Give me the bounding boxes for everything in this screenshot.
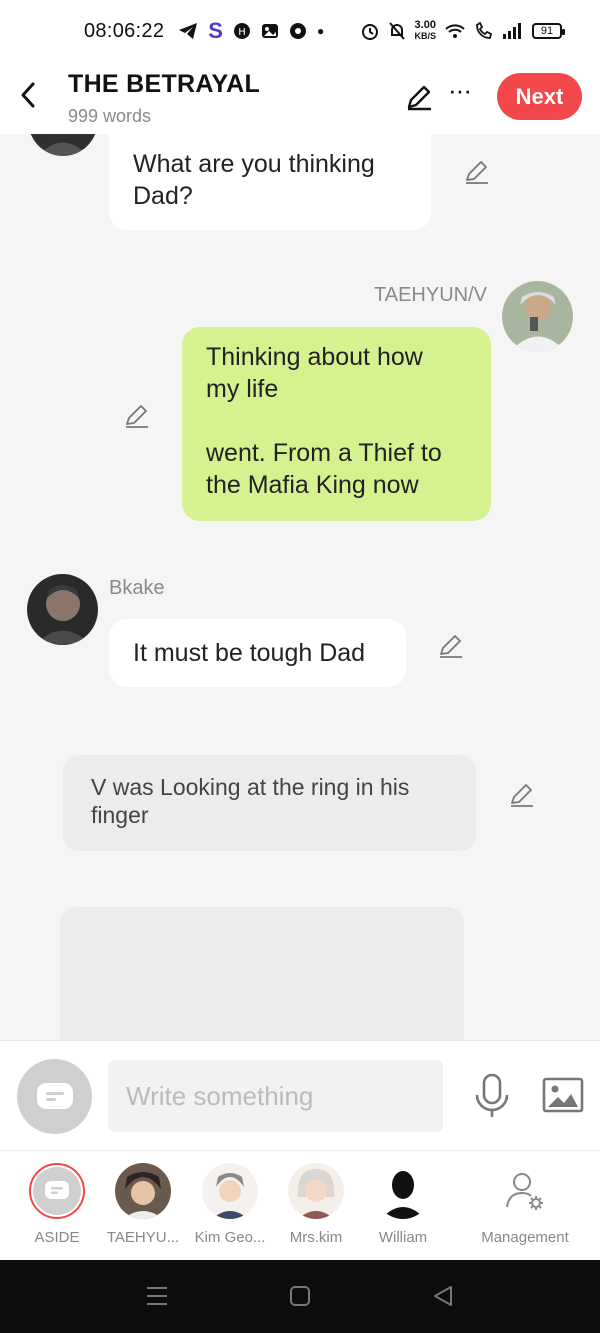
status-bar: 08:06:22 S H ● 3.00 KB/S 91: [0, 0, 600, 62]
message-bubble[interactable]: Thinking about how my life went. From a …: [182, 327, 491, 521]
status-time: 08:06:22: [84, 19, 165, 42]
svg-text:H: H: [238, 27, 246, 38]
aside-text-line: finger: [91, 802, 149, 828]
message-text-line: What are you thinking: [133, 150, 375, 178]
management-avatar: [497, 1163, 553, 1219]
alarm-icon: [362, 24, 379, 40]
character-name: Mrs.kim: [289, 1229, 343, 1246]
avatar-taehyun[interactable]: [502, 281, 573, 352]
more-options-button[interactable]: ···: [448, 77, 472, 103]
aside-chat-icon: [45, 1181, 69, 1199]
status-system-icons: 3.00 KB/S 91: [360, 20, 565, 42]
pencil-icon: [511, 784, 533, 807]
home-button[interactable]: [288, 1284, 314, 1310]
message-input-placeholder: Write something: [126, 1080, 314, 1111]
avatar-bkake[interactable]: [27, 574, 98, 645]
pencil-icon: [126, 405, 148, 428]
aside-bubble[interactable]: V was Looking at the ring in his finger: [63, 755, 476, 851]
message-text-line: It must be tough Dad: [133, 639, 366, 667]
wifi-icon: [445, 24, 465, 38]
gallery-app-icon: [261, 24, 278, 38]
chevron-left-icon: [21, 82, 35, 108]
triangle-back-icon: [434, 1286, 452, 1306]
battery-icon: 91: [532, 23, 565, 39]
menu-icon: [147, 1287, 167, 1305]
avatar-bkake[interactable]: [28, 134, 98, 156]
back-button[interactable]: [14, 80, 42, 110]
signal-icon: [503, 23, 521, 39]
character-name: Kim Geo...: [194, 1229, 266, 1246]
message-text-line: my life: [206, 375, 279, 403]
back-nav-button[interactable]: [431, 1284, 457, 1310]
character-taehyun[interactable]: TAEHYU...: [98, 1163, 188, 1246]
aside-chat-icon: [36, 1082, 73, 1109]
chrome-icon: [289, 23, 306, 39]
edit-message-button[interactable]: [463, 158, 491, 186]
character-avatar: [202, 1163, 258, 1219]
aside-toggle-button[interactable]: [17, 1059, 92, 1134]
chat-area[interactable]: What are you thinking Dad? TAEHYUN/V Thi…: [0, 134, 600, 1040]
pencil-icon: [466, 161, 488, 184]
character-mrs-kim[interactable]: Mrs.kim: [271, 1163, 361, 1246]
edit-message-button[interactable]: [508, 781, 536, 809]
square-icon: [290, 1286, 310, 1306]
character-william[interactable]: William: [358, 1163, 448, 1246]
character-name: ASIDE: [34, 1229, 80, 1246]
story-title: THE BETRAYAL: [68, 70, 261, 98]
message-text-line: went. From a Thief to: [206, 439, 442, 467]
pencil-icon: [440, 635, 462, 658]
net-speed-value: 3.00: [414, 19, 436, 31]
message-bubble[interactable]: It must be tough Dad: [109, 619, 406, 687]
image-icon: [542, 1077, 584, 1113]
character-avatar: [375, 1163, 431, 1219]
hw-app-icon: H: [233, 23, 250, 39]
s-app-icon: S: [208, 18, 223, 43]
character-kim-geo[interactable]: Kim Geo...: [185, 1163, 275, 1246]
edit-message-button[interactable]: [123, 402, 151, 430]
insert-image-button[interactable]: [542, 1077, 584, 1113]
wifi-call-icon: [476, 22, 493, 39]
character-avatar: [288, 1163, 344, 1219]
system-nav-bar: [0, 1260, 600, 1333]
character-name: William: [378, 1229, 428, 1246]
pencil-icon: [407, 85, 431, 111]
character-avatar: [115, 1163, 171, 1219]
edit-message-button[interactable]: [437, 632, 465, 660]
message-text-line: [206, 405, 467, 437]
character-management[interactable]: Management: [476, 1163, 574, 1246]
speaker-name: TAEHYUN/V: [374, 284, 487, 306]
next-button[interactable]: Next: [497, 73, 582, 120]
battery-level: 91: [540, 25, 554, 37]
dot-icon: ●: [316, 24, 325, 38]
aside-text-line: V was Looking at the ring in his: [91, 774, 410, 800]
character-bar: ASIDE TAEHYU... Kim Geo... Mrs.kim Willi…: [0, 1150, 600, 1260]
character-name: Management: [481, 1229, 569, 1246]
net-speed-unit: KB/S: [414, 31, 436, 41]
word-count: 999 words: [68, 106, 152, 126]
user-settings-icon: [506, 1173, 543, 1210]
telegram-icon: [179, 23, 198, 39]
message-text-line: Dad?: [133, 182, 193, 210]
voice-input-button[interactable]: [473, 1073, 511, 1119]
loading-placeholder-card: [60, 907, 464, 1040]
aside-character-avatar: [29, 1163, 85, 1219]
net-speed: 3.00 KB/S: [414, 20, 436, 42]
speaker-name: Bkake: [109, 577, 165, 599]
message-input[interactable]: Write something: [108, 1060, 443, 1132]
mute-bell-icon: [389, 22, 406, 40]
recent-apps-button[interactable]: [145, 1284, 171, 1310]
character-name: TAEHYU...: [106, 1229, 180, 1246]
message-text-line: the Mafia King now: [206, 471, 419, 499]
input-bar: Write something: [0, 1040, 600, 1150]
microphone-icon: [475, 1073, 509, 1117]
edit-title-button[interactable]: [404, 82, 434, 112]
message-text-line: Thinking about how: [206, 343, 423, 371]
character-aside[interactable]: ASIDE: [12, 1163, 102, 1246]
message-bubble[interactable]: What are you thinking Dad?: [109, 134, 431, 230]
story-header: THE BETRAYAL 999 words ··· Next: [0, 62, 600, 134]
status-app-icons: S H ●: [178, 20, 324, 42]
